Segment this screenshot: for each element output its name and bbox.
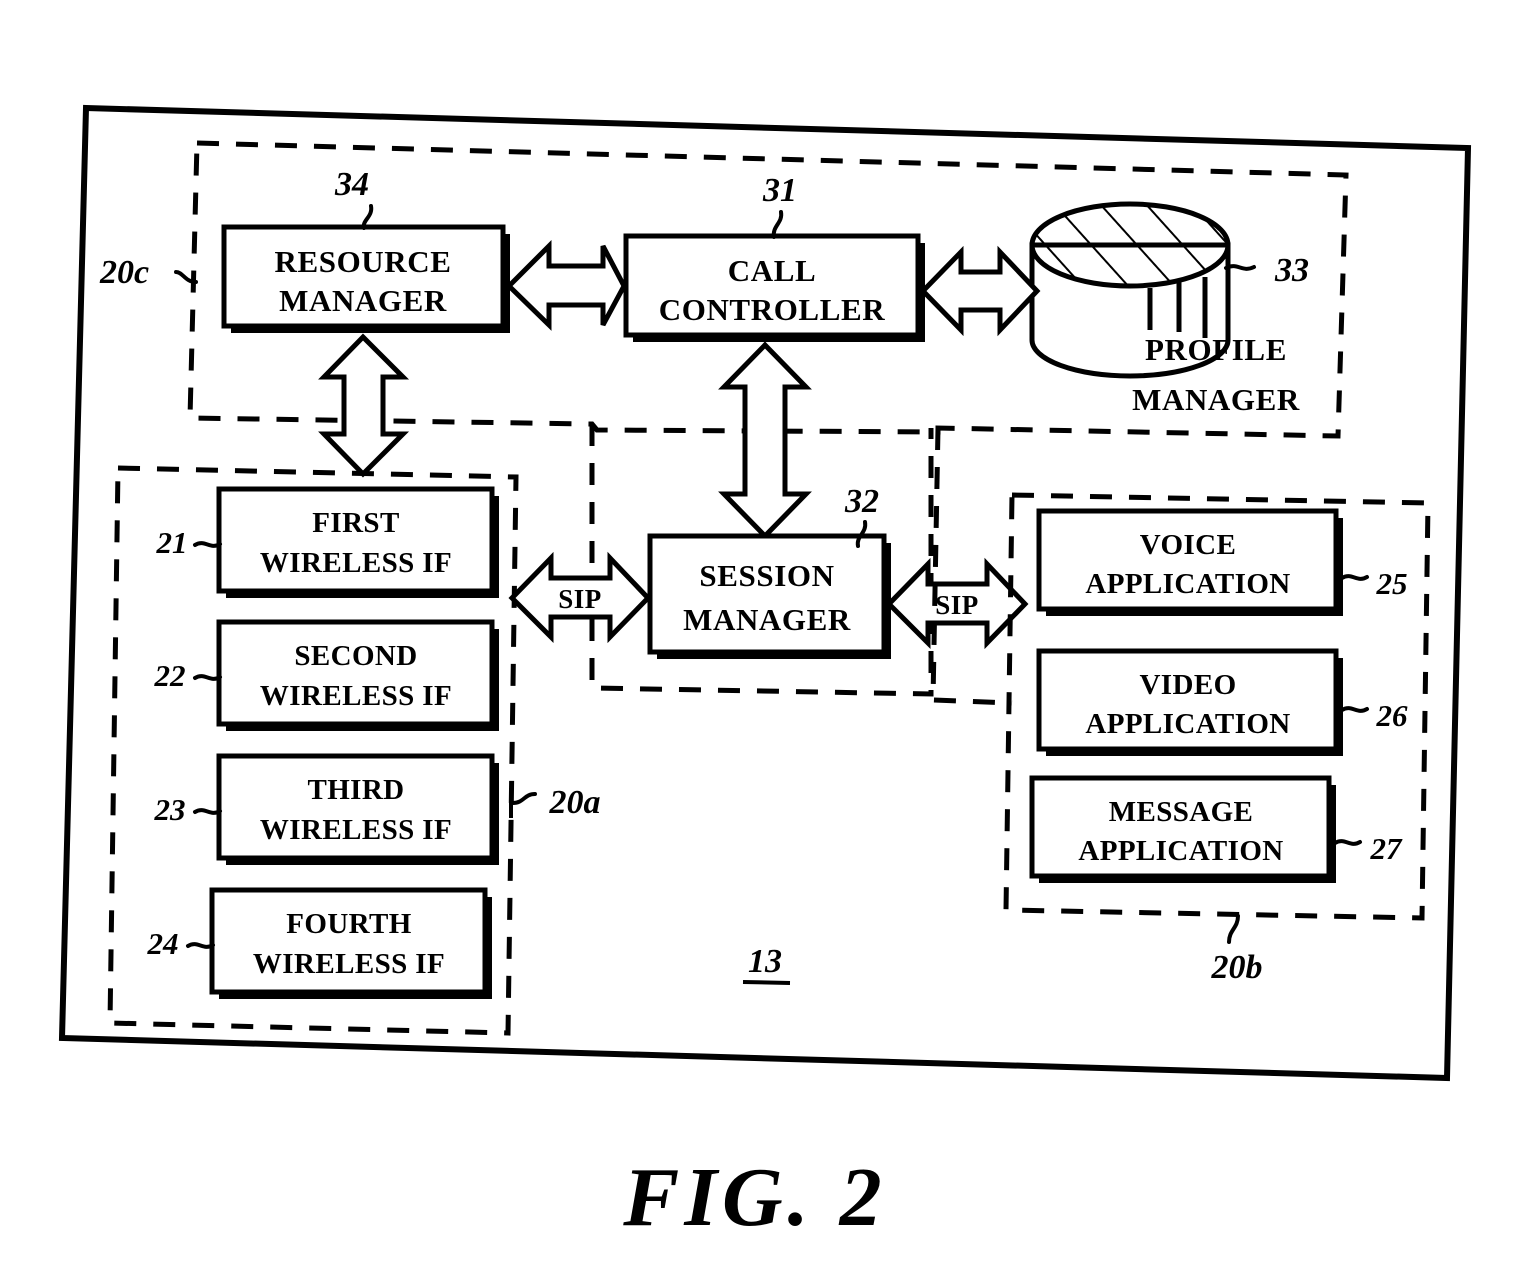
profile-manager-label-line2: MANAGER [1132, 382, 1300, 417]
third-wireless-if-ref-leader [193, 808, 222, 815]
system-ref-label: 13 [748, 943, 782, 980]
region-20c-label: 20c [99, 254, 149, 291]
video-application-label-line2: APPLICATION [1085, 708, 1290, 740]
fourth-wireless-if-ref: 24 [147, 926, 179, 961]
resource-manager-label-line1: RESOURCE [274, 244, 451, 279]
third-wireless-if-label-line2: WIRELESS IF [260, 814, 452, 846]
fourth-wireless-if-label-line2: WIRELESS IF [253, 948, 445, 980]
fourth-wireless-if-ref-leader [186, 942, 215, 949]
message-application-ref: 27 [1370, 831, 1404, 866]
first-wireless-if-ref-leader [193, 541, 222, 548]
resource-manager-ref: 34 [334, 166, 369, 203]
session-manager-label-line2: MANAGER [683, 602, 851, 637]
third-wireless-if-label-line1: THIRD [307, 774, 404, 806]
arrow-resource-call [505, 239, 627, 331]
patent-figure-page: 20c RESOURCE MANAGER 34 CALL CONTROLLER … [0, 0, 1526, 1264]
session-manager-label-line1: SESSION [699, 558, 834, 593]
region-20b-label: 20b [1211, 949, 1263, 986]
call-controller-ref-leader [771, 210, 784, 239]
call-controller-label-line1: CALL [728, 253, 817, 288]
video-application-label-line1: VIDEO [1139, 669, 1236, 701]
sip-left-label: SIP [558, 584, 602, 614]
voice-application-ref-leader [1340, 574, 1369, 581]
video-application-ref: 26 [1376, 698, 1409, 733]
first-wireless-if-label-line2: WIRELESS IF [260, 547, 452, 579]
message-application-label-line2: APPLICATION [1078, 835, 1283, 867]
resource-manager-label-line2: MANAGER [279, 283, 447, 318]
video-application-ref-leader [1340, 706, 1369, 713]
figure-caption: FIG. 2 [622, 1151, 886, 1244]
message-application-ref-leader [1333, 839, 1362, 846]
profile-manager-ref-leader [1224, 264, 1256, 271]
first-wireless-if-label-line1: FIRST [312, 507, 399, 539]
fourth-wireless-if-label-line1: FOURTH [286, 908, 411, 940]
message-application-label-line1: MESSAGE [1109, 796, 1254, 828]
system-ref-underline [742, 980, 791, 985]
third-wireless-if-ref: 23 [154, 792, 186, 827]
region-20a-leader [511, 792, 537, 805]
voice-application-ref: 25 [1376, 566, 1408, 601]
arrow-resource-wireless [318, 333, 410, 478]
session-manager-ref: 32 [844, 483, 879, 520]
arrow-call-profile [919, 245, 1041, 337]
profile-manager-cylinder-top [1029, 201, 1231, 289]
second-wireless-if-ref-leader [193, 674, 222, 681]
second-wireless-if-ref: 22 [154, 658, 186, 693]
call-controller-label-line2: CONTROLLER [659, 292, 885, 327]
arrow-call-session [718, 341, 812, 540]
region-20a-label: 20a [549, 784, 601, 821]
first-wireless-if-ref: 21 [156, 525, 188, 560]
applications-outer-dashed-region [930, 427, 1013, 706]
second-wireless-if-label-line1: SECOND [294, 640, 417, 672]
profile-manager-label-line1: PROFILE [1145, 332, 1287, 367]
region-20b-leader [1227, 914, 1240, 944]
second-wireless-if-label-line2: WIRELESS IF [260, 680, 452, 712]
call-controller-ref: 31 [762, 172, 797, 209]
profile-manager-ref: 33 [1274, 252, 1309, 289]
figure-canvas: 20c RESOURCE MANAGER 34 CALL CONTROLLER … [58, 104, 1472, 1244]
voice-application-label-line2: APPLICATION [1085, 568, 1290, 600]
sip-right-label: SIP [935, 590, 979, 620]
voice-application-label-line1: VOICE [1140, 529, 1237, 561]
